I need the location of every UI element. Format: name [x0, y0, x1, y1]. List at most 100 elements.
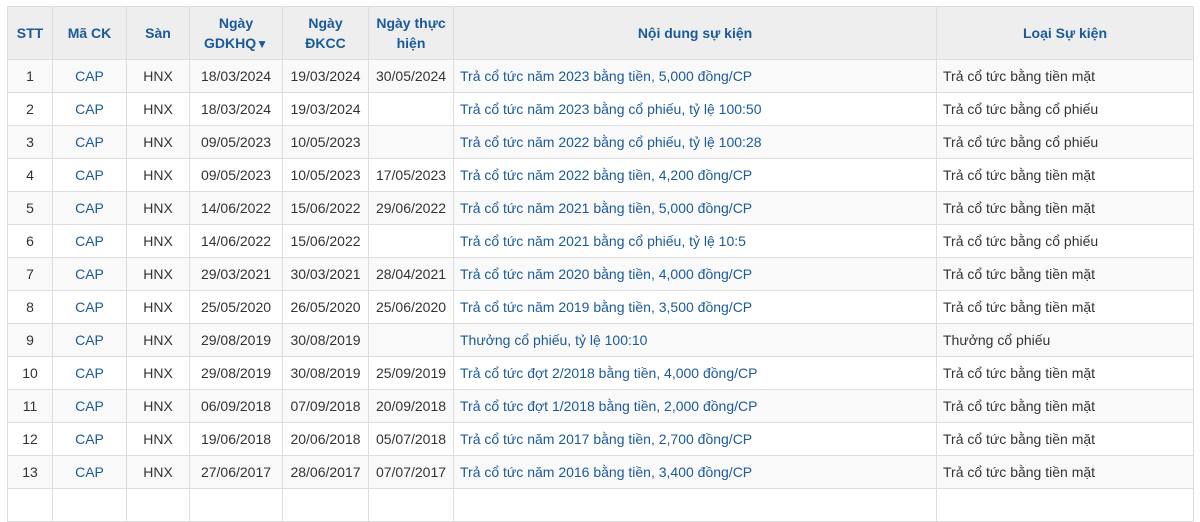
cell-loai-su-kien-text: Trả cổ tức bằng tiền mặt: [943, 68, 1096, 84]
header-stt[interactable]: STT: [7, 6, 53, 60]
cell-san: HNX: [126, 455, 190, 489]
cell-loai-su-kien-text: Trả cổ tức bằng tiền mặt: [943, 365, 1096, 381]
cell-stt: 13: [7, 455, 53, 489]
table-header-row: STT Mã CK Sàn Ngày GDKHQ▼ Ngày ĐKCC Ngày…: [7, 6, 1194, 60]
stock-code-link[interactable]: CAP: [75, 431, 104, 447]
cell-stt: 4: [7, 158, 53, 192]
table-row: 4 CAP HNX 09/05/2023 10/05/2023 17/05/2023 Trả…: [7, 158, 1194, 192]
cell-ngay-thuc-hien: 07/07/2017: [368, 455, 454, 489]
cell-san: HNX: [126, 224, 190, 258]
stock-code-link[interactable]: CAP: [75, 68, 104, 84]
cell-noi-dung: Trả cổ tức năm 2020 bằng tiền, 4,000 đồn…: [453, 257, 937, 291]
cell-loai-su-kien: [936, 488, 1194, 522]
cell-san: HNX: [126, 257, 190, 291]
cell-ngay-gdkhq-text: 18/03/2024: [200, 68, 272, 84]
cell-ngay-dkcc-text: 19/03/2024: [290, 101, 361, 117]
table-row: 9 CAP HNX 29/08/2019 30/08/2019 Thưởng cổ phi…: [7, 323, 1194, 357]
cell-san-text: HNX: [143, 431, 173, 447]
cell-loai-su-kien: Trả cổ tức bằng tiền mặt: [936, 422, 1194, 456]
cell-ngay-gdkhq: 18/03/2024: [189, 92, 283, 126]
cell-stt: 7: [7, 257, 53, 291]
cell-ngay-dkcc-text: 07/09/2018: [290, 398, 361, 414]
cell-loai-su-kien-text: Trả cổ tức bằng cổ phiếu: [943, 134, 1099, 150]
header-ngay-gdkhq[interactable]: Ngày GDKHQ▼: [189, 6, 283, 60]
cell-san-text: HNX: [143, 365, 173, 381]
stock-code-link[interactable]: CAP: [75, 233, 104, 249]
event-content-link[interactable]: Trả cổ tức năm 2022 bằng tiền, 4,200 đồn…: [460, 167, 752, 183]
event-content-link[interactable]: Trả cổ tức năm 2017 bằng tiền, 2,700 đồn…: [460, 431, 752, 447]
header-loai-su-kien[interactable]: Loại Sự kiện: [936, 6, 1194, 60]
cell-san-text: HNX: [143, 68, 173, 84]
header-ma-ck[interactable]: Mã CK: [52, 6, 127, 60]
cell-ngay-gdkhq-text: 19/06/2018: [200, 431, 272, 447]
event-content-link[interactable]: Trả cổ tức năm 2021 bằng cổ phiếu, tỷ lệ…: [460, 233, 746, 249]
cell-noi-dung: Trả cổ tức đợt 1/2018 bằng tiền, 2,000 đ…: [453, 389, 937, 423]
cell-ngay-dkcc-text: 28/06/2017: [290, 464, 361, 480]
cell-loai-su-kien: Trả cổ tức bằng tiền mặt: [936, 389, 1194, 423]
cell-ngay-thuc-hien-text: 28/04/2021: [375, 266, 447, 282]
event-content-link[interactable]: Trả cổ tức đợt 2/2018 bằng tiền, 4,000 đ…: [460, 365, 757, 381]
cell-ngay-thuc-hien-text: 30/05/2024: [375, 68, 447, 84]
event-content-link[interactable]: Trả cổ tức năm 2019 bằng tiền, 3,500 đồn…: [460, 299, 752, 315]
cell-ngay-dkcc-text: 15/06/2022: [290, 233, 361, 249]
cell-san-text: HNX: [143, 200, 173, 216]
cell-san: HNX: [126, 59, 190, 93]
cell-ngay-gdkhq-text: 09/05/2023: [200, 167, 272, 183]
cell-ma-ck: CAP: [52, 356, 127, 390]
cell-ngay-dkcc: [282, 488, 369, 522]
cell-ngay-gdkhq: [189, 488, 283, 522]
stock-code-link[interactable]: CAP: [75, 299, 104, 315]
cell-stt-text: 1: [26, 68, 34, 84]
cell-ma-ck: CAP: [52, 158, 127, 192]
cell-ma-ck: CAP: [52, 191, 127, 225]
cell-ngay-gdkhq: 29/03/2021: [189, 257, 283, 291]
event-content-link[interactable]: Trả cổ tức năm 2023 bằng tiền, 5,000 đồn…: [460, 68, 752, 84]
cell-san-text: HNX: [143, 398, 173, 414]
cell-noi-dung: Trả cổ tức năm 2019 bằng tiền, 3,500 đồn…: [453, 290, 937, 324]
cell-stt: 9: [7, 323, 53, 357]
stock-code-link[interactable]: CAP: [75, 266, 104, 282]
event-content-link[interactable]: Thưởng cổ phiếu, tỷ lệ 100:10: [460, 332, 647, 348]
cell-stt: 8: [7, 290, 53, 324]
cell-ngay-dkcc-text: 30/03/2021: [290, 266, 361, 282]
stock-code-link[interactable]: CAP: [75, 398, 104, 414]
cell-san-text: HNX: [143, 167, 173, 183]
stock-code-link[interactable]: CAP: [75, 365, 104, 381]
table-row: 10 CAP HNX 29/08/2019 30/08/2019 25/09/2019 Tr…: [7, 356, 1194, 390]
cell-san-text: HNX: [143, 299, 173, 315]
cell-ngay-dkcc: 19/03/2024: [282, 92, 369, 126]
stock-code-link[interactable]: CAP: [75, 332, 104, 348]
event-content-link[interactable]: Trả cổ tức năm 2020 bằng tiền, 4,000 đồn…: [460, 266, 752, 282]
table-row: 12 CAP HNX 19/06/2018 20/06/2018 05/07/2018 Tr…: [7, 422, 1194, 456]
cell-san-text: HNX: [143, 233, 173, 249]
event-content-link[interactable]: Trả cổ tức đợt 1/2018 bằng tiền, 2,000 đ…: [460, 398, 757, 414]
cell-noi-dung: Trả cổ tức năm 2021 bằng cổ phiếu, tỷ lệ…: [453, 224, 937, 258]
cell-ma-ck: CAP: [52, 323, 127, 357]
cell-ma-ck: CAP: [52, 422, 127, 456]
event-content-link[interactable]: Trả cổ tức năm 2016 bằng tiền, 3,400 đồn…: [460, 464, 752, 480]
cell-ngay-gdkhq-text: 06/09/2018: [200, 398, 272, 414]
cell-ngay-gdkhq: 06/09/2018: [189, 389, 283, 423]
header-san[interactable]: Sàn: [126, 6, 190, 60]
stock-code-link[interactable]: CAP: [75, 101, 104, 117]
sort-desc-icon[interactable]: ▼: [256, 37, 268, 51]
cell-ngay-gdkhq: 29/08/2019: [189, 356, 283, 390]
table-body: 1 CAP HNX 18/03/2024 19/03/2024 30/05/2024 Trả…: [7, 59, 1194, 522]
header-ngay-thuc-hien[interactable]: Ngày thực hiện: [368, 6, 454, 60]
event-content-link[interactable]: Trả cổ tức năm 2022 bằng cổ phiếu, tỷ lệ…: [460, 134, 762, 150]
cell-ma-ck: CAP: [52, 455, 127, 489]
event-content-link[interactable]: Trả cổ tức năm 2021 bằng tiền, 5,000 đồn…: [460, 200, 752, 216]
cell-ngay-thuc-hien: 30/05/2024: [368, 59, 454, 93]
stock-code-link[interactable]: CAP: [75, 464, 104, 480]
header-ngay-dkcc[interactable]: Ngày ĐKCC: [282, 6, 369, 60]
stock-code-link[interactable]: CAP: [75, 200, 104, 216]
stock-code-link[interactable]: CAP: [75, 167, 104, 183]
cell-stt: 5: [7, 191, 53, 225]
event-content-link[interactable]: Trả cổ tức năm 2023 bằng cổ phiếu, tỷ lệ…: [460, 101, 762, 117]
stock-code-link[interactable]: CAP: [75, 134, 104, 150]
cell-stt: 10: [7, 356, 53, 390]
cell-noi-dung: Trả cổ tức năm 2022 bằng tiền, 4,200 đồn…: [453, 158, 937, 192]
header-noi-dung[interactable]: Nội dung sự kiện: [453, 6, 937, 60]
cell-loai-su-kien-text: Trả cổ tức bằng cổ phiếu: [943, 101, 1099, 117]
cell-san: [126, 488, 190, 522]
